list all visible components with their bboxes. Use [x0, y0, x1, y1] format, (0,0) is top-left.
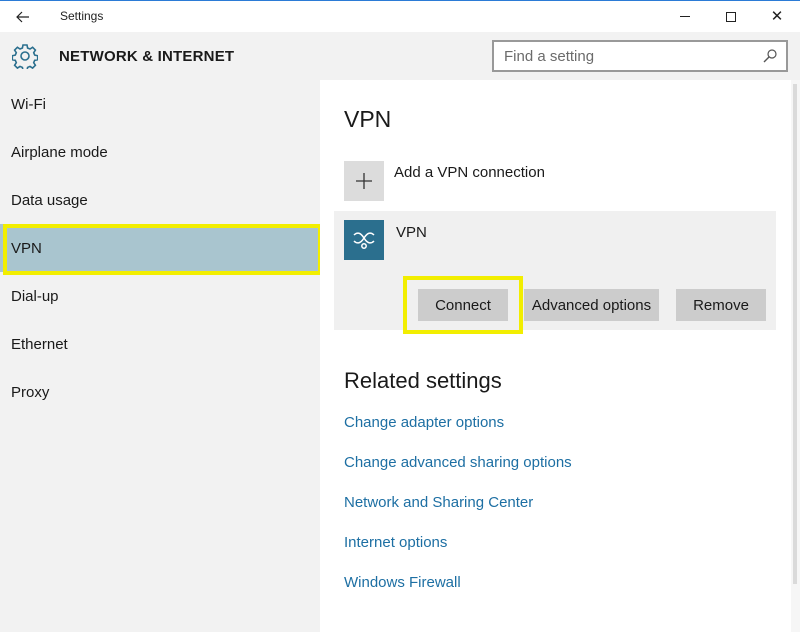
- search-input[interactable]: [504, 42, 754, 70]
- search-icon[interactable]: [762, 48, 778, 64]
- sidebar-item-ethernet[interactable]: Ethernet: [0, 320, 320, 368]
- window-title: Settings: [60, 9, 104, 23]
- sidebar-item-data-usage[interactable]: Data usage: [0, 176, 320, 224]
- connect-button[interactable]: Connect: [418, 289, 508, 321]
- search-box[interactable]: [492, 40, 788, 72]
- minimize-icon[interactable]: [662, 1, 708, 32]
- link-change-adapter-options[interactable]: Change adapter options: [344, 414, 504, 431]
- sidebar-item-dial-up[interactable]: Dial-up: [0, 272, 320, 320]
- advanced-options-button[interactable]: Advanced options: [524, 289, 659, 321]
- sidebar-item-vpn[interactable]: VPN: [0, 224, 320, 272]
- gear-icon: [12, 44, 38, 69]
- link-network-and-sharing-center[interactable]: Network and Sharing Center: [344, 494, 533, 511]
- section-title: NETWORK & INTERNET: [59, 48, 235, 65]
- link-internet-options[interactable]: Internet options: [344, 534, 447, 551]
- plus-icon[interactable]: [344, 161, 384, 201]
- close-icon[interactable]: ✕: [754, 1, 800, 32]
- add-vpn-connection[interactable]: [344, 161, 384, 201]
- maximize-icon[interactable]: [708, 1, 754, 32]
- sidebar-item-proxy[interactable]: Proxy: [0, 368, 320, 416]
- page-title: VPN: [344, 106, 392, 132]
- add-vpn-connection-label[interactable]: Add a VPN connection: [394, 164, 545, 181]
- sidebar-item-wifi[interactable]: Wi-Fi: [0, 80, 320, 128]
- remove-button[interactable]: Remove: [676, 289, 766, 321]
- related-settings-title: Related settings: [344, 368, 502, 393]
- link-change-advanced-sharing-options[interactable]: Change advanced sharing options: [344, 454, 572, 471]
- vpn-connection-name: VPN: [396, 224, 427, 241]
- scrollbar-thumb[interactable]: [793, 84, 797, 584]
- link-windows-firewall[interactable]: Windows Firewall: [344, 574, 461, 591]
- settings-header: NETWORK & INTERNET: [0, 32, 800, 80]
- title-bar: Settings ✕: [0, 0, 800, 32]
- back-arrow-icon[interactable]: [6, 3, 40, 31]
- sidebar-item-airplane-mode[interactable]: Airplane mode: [0, 128, 320, 176]
- vpn-icon: [344, 220, 384, 260]
